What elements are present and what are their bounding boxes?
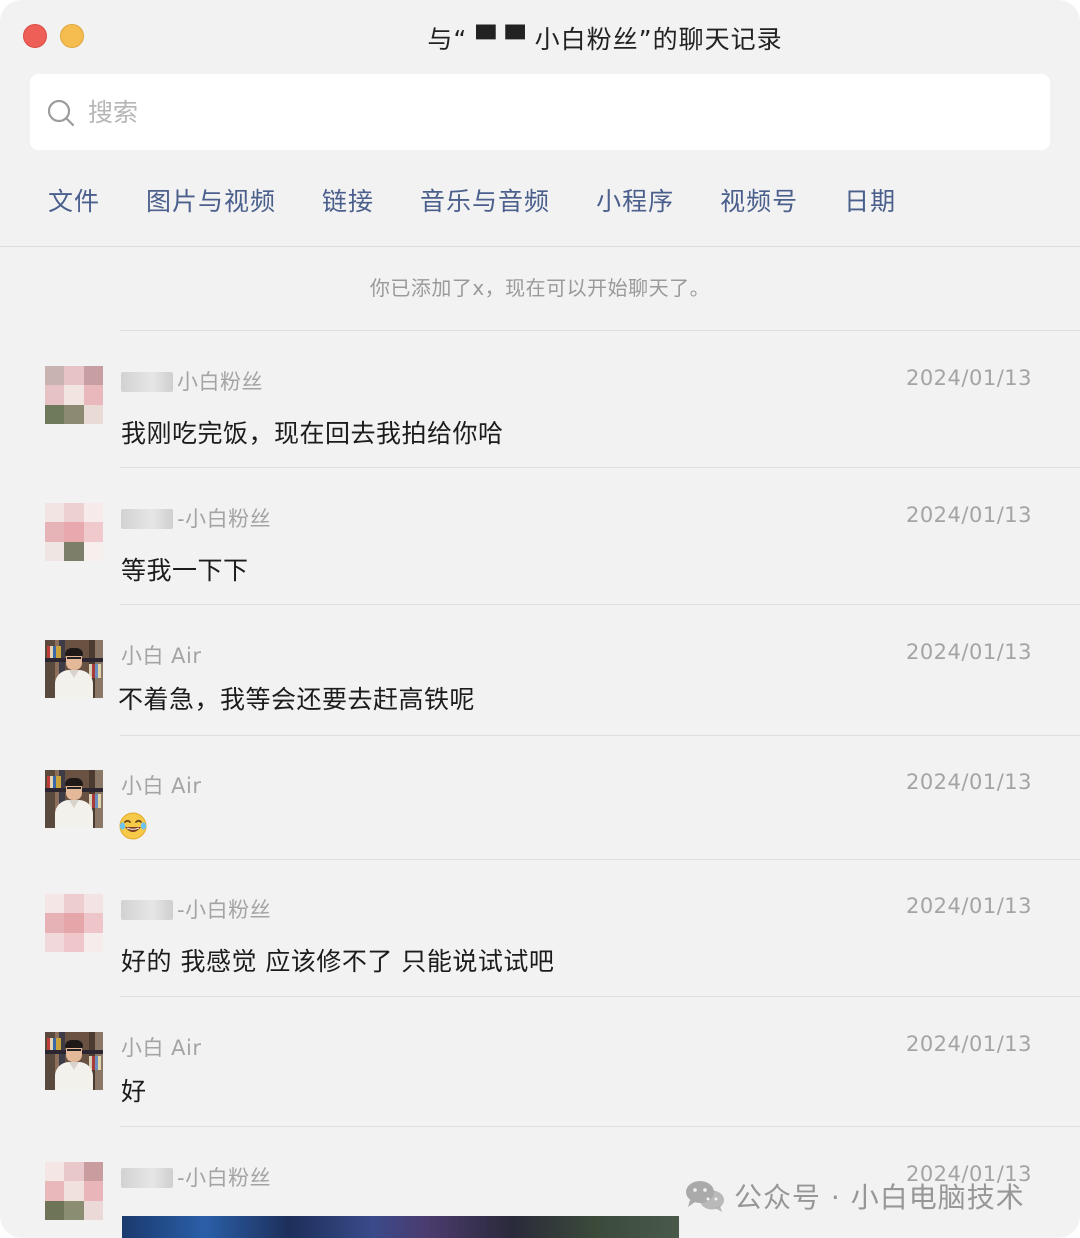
sender-name: 小白 Air [121, 1036, 202, 1060]
search-icon [47, 99, 75, 127]
divider [120, 735, 1080, 736]
message-text: 我刚吃完饭，现在回去我拍给你哈 [121, 419, 504, 448]
sender-name: 小白 Air [121, 774, 202, 798]
image-message-preview[interactable] [122, 1216, 679, 1238]
header-divider [0, 246, 1080, 247]
watermark: 公众号 · 小白电脑技术 [684, 1176, 1025, 1216]
avatar[interactable] [45, 894, 103, 952]
message-text: 好的 我感觉 应该修不了 只能说试试吧 [121, 947, 555, 976]
message-text: 好 [121, 1077, 147, 1106]
sender-name: -小白粉丝 [121, 1162, 271, 1192]
message-date: 2024/01/13 [905, 770, 1032, 794]
watermark-text: 公众号 · 小白电脑技术 [734, 1181, 1025, 1214]
tab-music-audio[interactable]: 音乐与音频 [420, 182, 550, 222]
avatar[interactable] [45, 1162, 103, 1220]
message-text: 等我一下下 [121, 556, 249, 585]
laughing-emoji-icon [119, 812, 147, 840]
message-emoji [118, 810, 148, 841]
divider [120, 1126, 1080, 1127]
avatar[interactable] [45, 1032, 103, 1090]
sender-name: -小白粉丝 [121, 894, 271, 924]
message-date: 2024/01/13 [905, 503, 1032, 527]
message-date: 2024/01/13 [905, 366, 1032, 390]
search-input[interactable] [88, 88, 988, 136]
message-date: 2024/01/13 [905, 1032, 1032, 1056]
message-date: 2024/01/13 [905, 894, 1032, 918]
avatar[interactable] [45, 366, 103, 424]
divider [120, 467, 1080, 468]
divider [120, 996, 1080, 997]
chat-history-window: 与“ ▀ ▀ 小白粉丝”的聊天记录 文件 图片与视频 链接 音乐与音频 小程序 … [0, 0, 1080, 1238]
system-message: 你已添加了x，现在可以开始聊天了。 [369, 276, 711, 300]
avatar[interactable] [45, 770, 103, 828]
tab-channels[interactable]: 视频号 [720, 182, 798, 222]
divider [120, 330, 1080, 331]
tab-images-videos[interactable]: 图片与视频 [146, 182, 276, 222]
sender-name: 小白 Air [121, 644, 202, 668]
divider [120, 859, 1080, 860]
category-tabs: 文件 图片与视频 链接 音乐与音频 小程序 视频号 日期 [48, 182, 942, 222]
avatar[interactable] [45, 503, 103, 561]
tab-mini-programs[interactable]: 小程序 [596, 182, 674, 222]
tab-files[interactable]: 文件 [48, 182, 100, 222]
wechat-icon [686, 1181, 724, 1212]
divider [120, 604, 1080, 605]
tab-date[interactable]: 日期 [844, 182, 896, 222]
search-bar[interactable] [30, 74, 1050, 150]
window-title: 与“ ▀ ▀ 小白粉丝”的聊天记录 [427, 25, 783, 54]
sender-name: 小白粉丝 [121, 366, 263, 396]
title-bar: 与“ ▀ ▀ 小白粉丝”的聊天记录 [0, 0, 1080, 74]
tab-links[interactable]: 链接 [322, 182, 374, 222]
avatar[interactable] [45, 640, 103, 698]
message-text: 不着急，我等会还要去赶高铁呢 [118, 685, 476, 714]
sender-name: -小白粉丝 [121, 503, 271, 533]
message-date: 2024/01/13 [905, 640, 1032, 664]
